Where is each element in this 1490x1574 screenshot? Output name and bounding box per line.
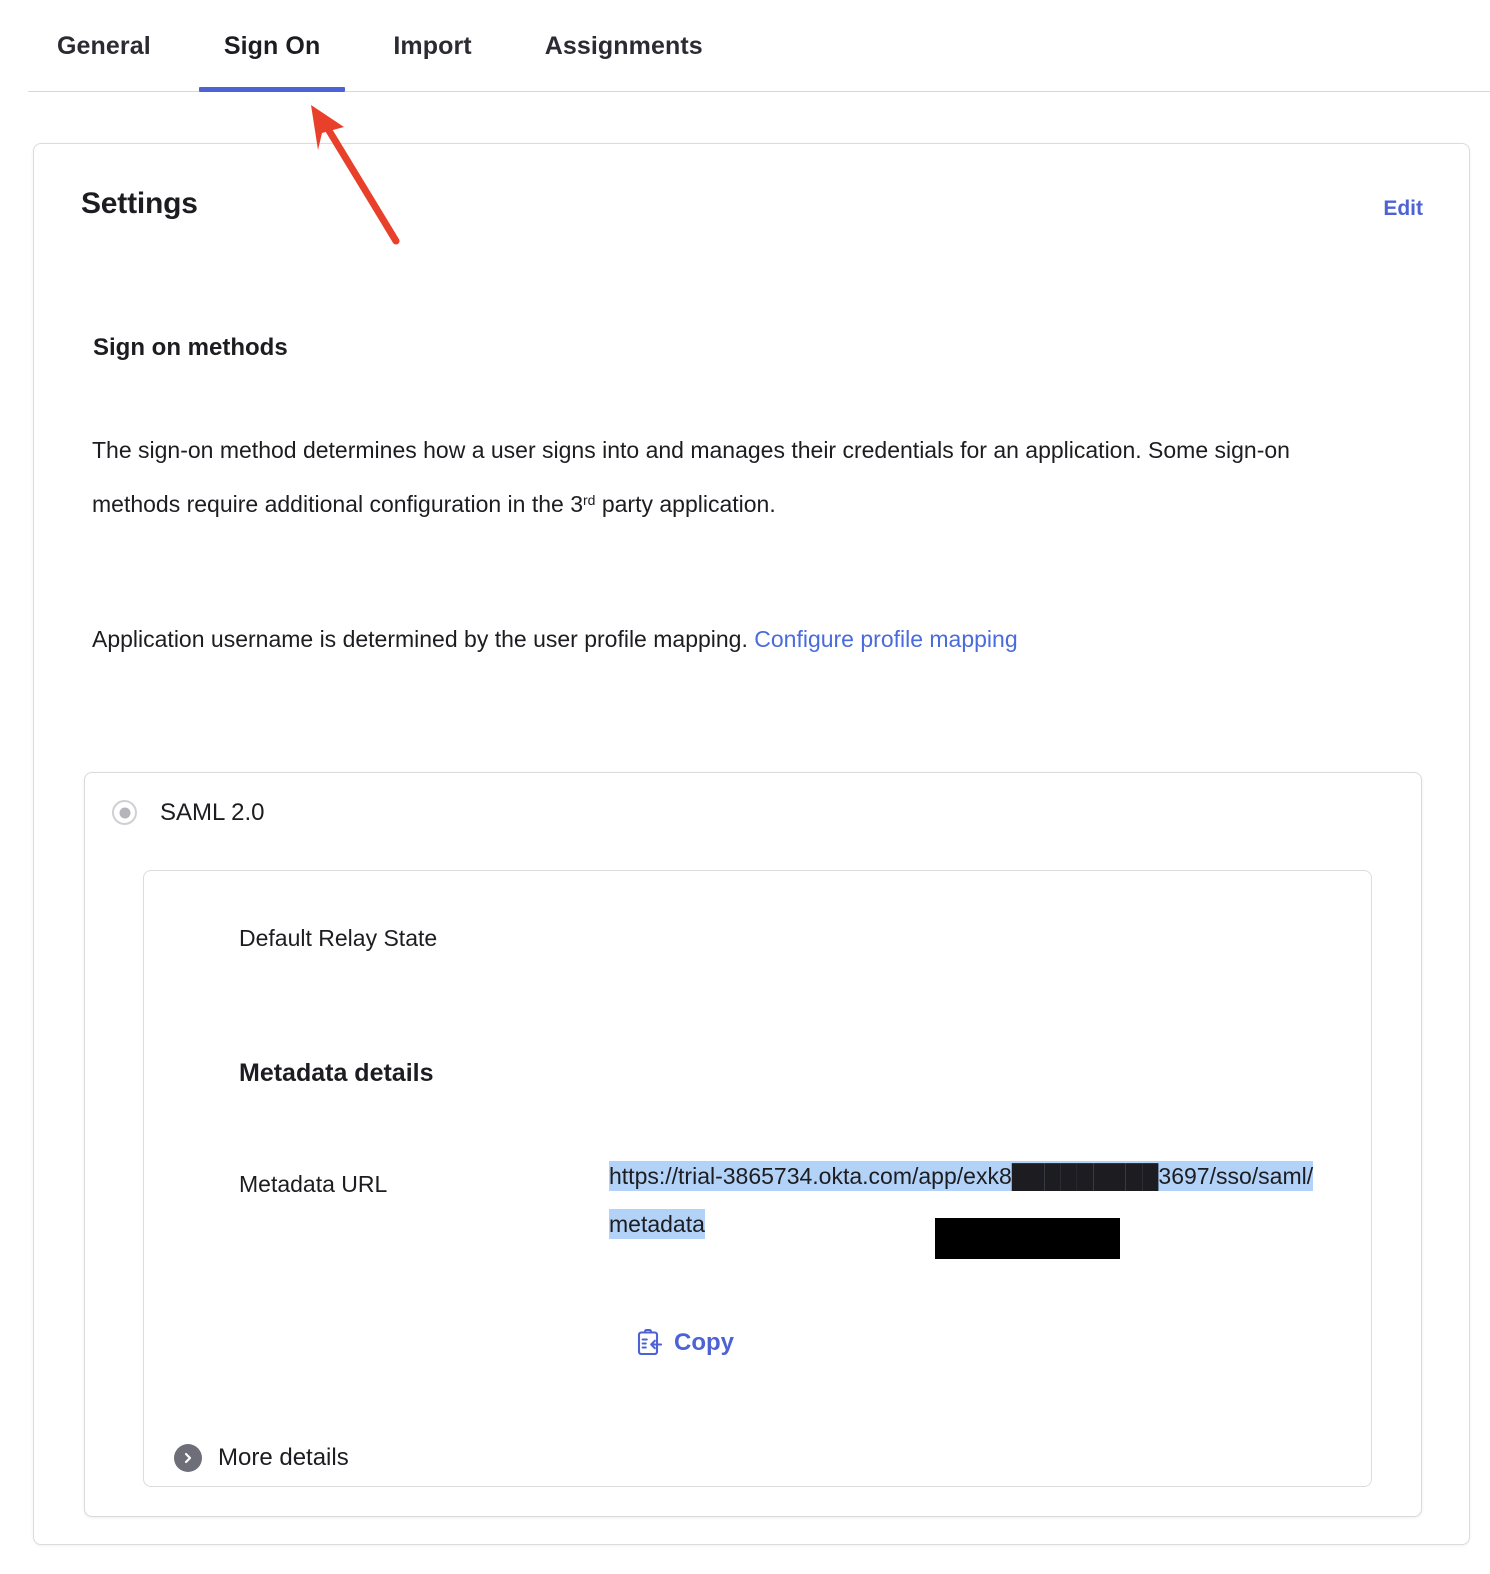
copy-metadata-url-button[interactable]: Copy [637, 1329, 734, 1356]
tab-general[interactable]: General [57, 28, 151, 59]
settings-card: Settings Edit Sign on methods The sign-o… [33, 143, 1470, 1545]
sign-on-methods-heading: Sign on methods [93, 334, 288, 361]
settings-card-header: Settings Edit [34, 144, 1469, 264]
saml-radio-button[interactable] [112, 800, 137, 825]
page-title: Settings [81, 187, 198, 220]
tab-sign-on[interactable]: Sign On [198, 28, 345, 92]
saml-method-label: SAML 2.0 [160, 798, 265, 826]
more-details-label: More details [218, 1444, 349, 1471]
application-username-text: Application username is determined by th… [92, 626, 755, 652]
sign-on-description-text-b: party application. [595, 491, 776, 517]
saml-method-row[interactable]: SAML 2.0 [112, 800, 265, 825]
tab-bar: General Sign On Import Assignments [0, 0, 1490, 93]
copy-button-label: Copy [674, 1328, 734, 1356]
clipboard-copy-icon [637, 1329, 662, 1356]
tab-import[interactable]: Import [393, 28, 471, 59]
sign-on-description: The sign-on method determines how a user… [92, 423, 1382, 531]
redaction-bar [935, 1218, 1120, 1259]
metadata-url-label: Metadata URL [239, 1171, 388, 1197]
saml-method-card: SAML 2.0 Default Relay State Metadata de… [84, 772, 1422, 1517]
metadata-url-redacted-text: █████████ [1011, 1163, 1159, 1189]
metadata-url-part-1: https://trial-3865734.okta.com/app/exk8 [609, 1163, 1012, 1189]
chevron-right-circle-icon [174, 1444, 202, 1472]
edit-button[interactable]: Edit [1383, 198, 1423, 219]
application-username-description: Application username is determined by th… [92, 612, 1382, 666]
tab-assignments[interactable]: Assignments [545, 28, 703, 59]
ordinal-suffix: rd [583, 492, 596, 508]
more-details-toggle[interactable]: More details [174, 1444, 349, 1472]
metadata-details-heading: Metadata details [239, 1059, 434, 1087]
configure-profile-mapping-link[interactable]: Configure profile mapping [754, 626, 1017, 652]
metadata-details-card: Default Relay State Metadata details Met… [143, 870, 1372, 1487]
tab-list: General Sign On Import Assignments [57, 28, 703, 92]
default-relay-state-label: Default Relay State [239, 925, 438, 951]
